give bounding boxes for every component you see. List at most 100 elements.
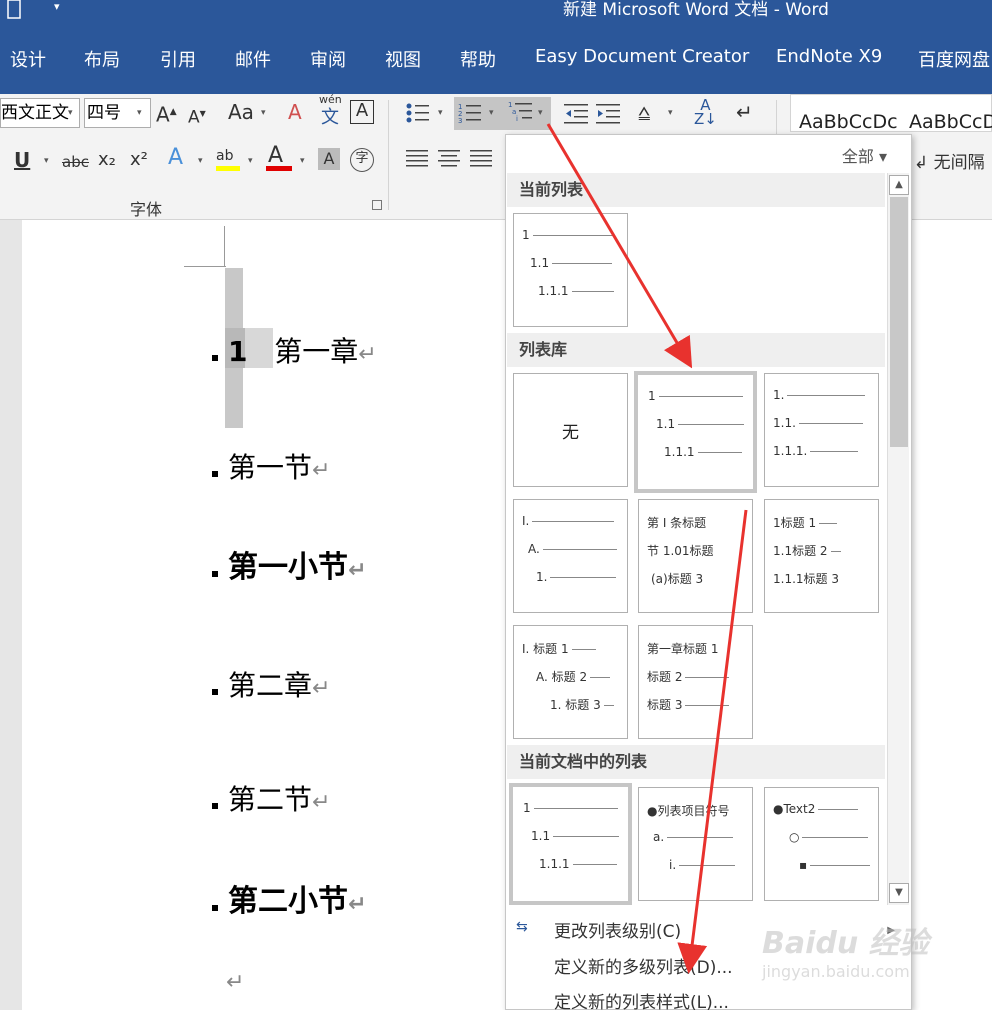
font-color-swatch xyxy=(266,166,292,171)
thumb-row: ●Text2 xyxy=(773,802,859,816)
scroll-down-icon[interactable]: ▼ xyxy=(889,883,909,903)
bullets-icon[interactable] xyxy=(406,102,430,124)
menu-define-new-list-style[interactable]: 定义新的列表样式(L)... xyxy=(554,988,729,1010)
list-thumb-library-selected[interactable]: 1 1.1 1.1.1 xyxy=(634,371,757,493)
align-left-icon[interactable] xyxy=(406,148,430,170)
font-group-label: 字体 xyxy=(130,200,163,219)
section-lists-in-document: 当前文档中的列表 xyxy=(507,745,885,779)
list-thumb-library[interactable]: 第一章标题 1 标题 2 标题 3 xyxy=(638,625,753,739)
thumb-row: 节 1.01标题 xyxy=(647,544,714,558)
chevron-down-icon[interactable]: ▾ xyxy=(261,108,266,118)
scrollbar-thumb[interactable] xyxy=(890,197,908,447)
align-right-icon[interactable] xyxy=(470,148,494,170)
gallery-filter-dropdown[interactable]: 全部 ▾ xyxy=(842,143,887,167)
chevron-down-icon[interactable]: ▾ xyxy=(198,156,203,166)
numbering-icon[interactable]: 1 2 3 xyxy=(458,102,482,124)
list-thumb-document[interactable]: ●Text2 ○ ▪ xyxy=(764,787,879,901)
enclose-characters-icon[interactable]: 字 xyxy=(350,148,374,172)
tab-design[interactable]: 设计 xyxy=(10,46,46,72)
thumb-row: 1. xyxy=(536,570,617,584)
heading-line[interactable]: 第二小节↵ xyxy=(212,876,366,920)
list-thumb-document[interactable]: ●列表项目符号 a. i. xyxy=(638,787,753,901)
change-case-button[interactable]: Aa xyxy=(228,100,254,124)
clear-formatting-icon[interactable]: A xyxy=(288,100,302,124)
thumb-row: 1 xyxy=(522,228,613,242)
change-list-level-icon: ⇆ xyxy=(516,919,528,935)
heading-text: 第一节 xyxy=(228,451,313,484)
scroll-up-icon[interactable]: ▲ xyxy=(889,175,909,195)
chevron-down-icon[interactable]: ▾ xyxy=(137,108,142,118)
thumb-row: 1. 标题 3 xyxy=(550,696,614,713)
group-separator xyxy=(388,100,389,210)
thumb-row: 1.1 xyxy=(656,417,745,431)
chevron-down-icon[interactable]: ▾ xyxy=(438,108,443,118)
tab-review[interactable]: 审阅 xyxy=(310,46,346,72)
list-thumb-library[interactable]: I. 标题 1 A. 标题 2 1. 标题 3 xyxy=(513,625,628,739)
heading-line[interactable]: 1 第一章↵ xyxy=(212,330,377,370)
list-none-label: 无 xyxy=(562,423,579,443)
tab-help[interactable]: 帮助 xyxy=(460,46,496,72)
superscript-button[interactable]: x² xyxy=(130,148,148,172)
heading-line[interactable]: 第一节↵ xyxy=(212,446,330,486)
heading-line[interactable]: 第二节↵ xyxy=(212,778,330,818)
tab-baidu-netdisk[interactable]: 百度网盘 xyxy=(918,46,990,72)
style-no-spacing[interactable]: AaBbCcD xyxy=(909,111,992,133)
phonetic-guide-button[interactable]: wén xyxy=(319,94,342,106)
show-paragraph-marks-icon[interactable]: ↵ xyxy=(736,100,753,124)
chevron-down-icon[interactable]: ▾ xyxy=(68,108,73,118)
highlight-icon[interactable]: ab xyxy=(216,144,233,168)
underline-button[interactable]: U xyxy=(14,148,30,172)
list-marker xyxy=(212,571,218,577)
font-dialog-launcher-icon[interactable] xyxy=(372,200,382,210)
chevron-down-icon[interactable]: ▾ xyxy=(248,156,253,166)
subscript-button[interactable]: x₂ xyxy=(98,148,116,172)
increase-indent-icon[interactable] xyxy=(596,102,622,124)
list-thumb-current[interactable]: 1 1.1 1.1.1 xyxy=(513,213,628,327)
font-color-icon[interactable]: A xyxy=(268,144,283,168)
multilevel-list-icon[interactable]: 1 a i xyxy=(508,100,534,124)
chinese-layout-icon[interactable]: ⩠ xyxy=(638,100,650,124)
thumb-row: ○ xyxy=(789,830,869,844)
strikethrough-button[interactable]: abc xyxy=(62,150,89,174)
empty-line[interactable]: ↵ xyxy=(226,970,244,995)
list-marker xyxy=(212,355,218,361)
list-thumb-library[interactable]: 第 I 条标题 节 1.01标题 (a)标题 3 xyxy=(638,499,753,613)
tab-references[interactable]: 引用 xyxy=(160,46,196,72)
decrease-indent-icon[interactable] xyxy=(564,102,590,124)
text-effects-icon[interactable]: A xyxy=(168,146,183,170)
list-thumb-library[interactable]: 1. 1.1. 1.1.1. xyxy=(764,373,879,487)
list-thumb-none[interactable]: 无 xyxy=(513,373,628,487)
chevron-down-icon[interactable]: ▾ xyxy=(300,156,305,166)
tab-easy-document-creator[interactable]: Easy Document Creator xyxy=(535,46,749,67)
tab-layout[interactable]: 布局 xyxy=(84,46,120,72)
character-shading-icon[interactable]: A xyxy=(318,148,340,170)
list-thumb-library[interactable]: I. A. 1. xyxy=(513,499,628,613)
watermark-url: jingyan.baidu.com xyxy=(762,962,910,981)
style-normal[interactable]: AaBbCcDc xyxy=(799,111,898,133)
tab-view[interactable]: 视图 xyxy=(385,46,421,72)
paragraph-mark: ↵ xyxy=(348,892,367,917)
chevron-down-icon[interactable]: ▾ xyxy=(538,108,543,118)
paragraph-mark: ↵ xyxy=(348,558,367,583)
thumb-row: I. xyxy=(522,514,615,528)
tab-endnote[interactable]: EndNote X9 xyxy=(776,46,882,67)
character-border-icon[interactable]: A xyxy=(350,100,374,124)
sort-icon[interactable]: A Z↓ xyxy=(694,98,717,127)
heading-line[interactable]: 第一小节↵ xyxy=(212,542,366,586)
thumb-row: 1标题 1 xyxy=(773,514,838,531)
chevron-down-icon[interactable]: ▾ xyxy=(668,108,673,118)
list-thumb-library[interactable]: 1标题 1 1.1标题 2 1.1.1标题 3 xyxy=(764,499,879,613)
thumb-row: ▪ xyxy=(799,858,871,872)
heading-line[interactable]: 第二章↵ xyxy=(212,664,330,704)
menu-change-list-level[interactable]: 更改列表级别(C) xyxy=(554,917,681,942)
multilevel-list-gallery: 全部 ▾ 当前列表 1 1.1 1.1.1 列表库 无 1 1.1 1.1.1 … xyxy=(505,134,912,1010)
list-thumb-document-selected[interactable]: 1 1.1 1.1.1 xyxy=(509,783,632,905)
menu-define-new-multilevel-list[interactable]: 定义新的多级列表(D)... xyxy=(554,953,733,978)
styles-gallery[interactable]: AaBbCcDc AaBbCcD xyxy=(790,94,992,133)
align-center-icon[interactable] xyxy=(438,148,462,170)
chevron-down-icon[interactable]: ▾ xyxy=(44,156,49,166)
chevron-down-icon[interactable]: ▾ xyxy=(489,108,494,118)
grow-font-icon[interactable]: A▲ xyxy=(156,100,177,127)
tab-mailings[interactable]: 邮件 xyxy=(235,46,271,72)
shrink-font-icon[interactable]: A▼ xyxy=(188,102,206,130)
